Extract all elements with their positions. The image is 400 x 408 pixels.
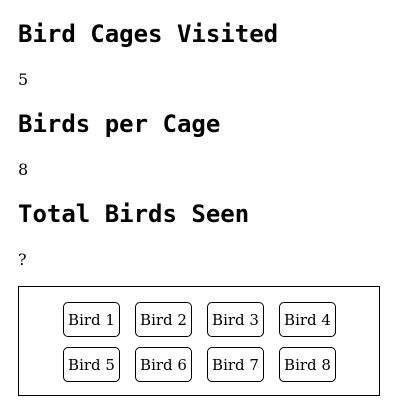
total-birds-value: ?: [18, 250, 27, 269]
bird-box: Bird 4: [279, 302, 336, 337]
birds-per-cage-heading: Birds per Cage: [18, 110, 221, 138]
bird-box: Bird 5: [63, 347, 120, 382]
total-birds-heading: Total Birds Seen: [18, 200, 250, 228]
bird-box: Bird 8: [279, 347, 336, 382]
cages-visited-value: 5: [18, 70, 29, 89]
bird-box: Bird 7: [207, 347, 264, 382]
bird-box: Bird 6: [135, 347, 192, 382]
birds-per-cage-value: 8: [18, 160, 29, 179]
bird-row: Bird 1 Bird 2 Bird 3 Bird 4: [63, 302, 336, 337]
bird-box: Bird 1: [63, 302, 120, 337]
bird-cage-panel: Bird 1 Bird 2 Bird 3 Bird 4 Bird 5 Bird …: [18, 286, 380, 396]
bird-row: Bird 5 Bird 6 Bird 7 Bird 8: [63, 347, 336, 382]
cages-visited-heading: Bird Cages Visited: [18, 20, 279, 48]
bird-box: Bird 2: [135, 302, 192, 337]
bird-box: Bird 3: [207, 302, 264, 337]
